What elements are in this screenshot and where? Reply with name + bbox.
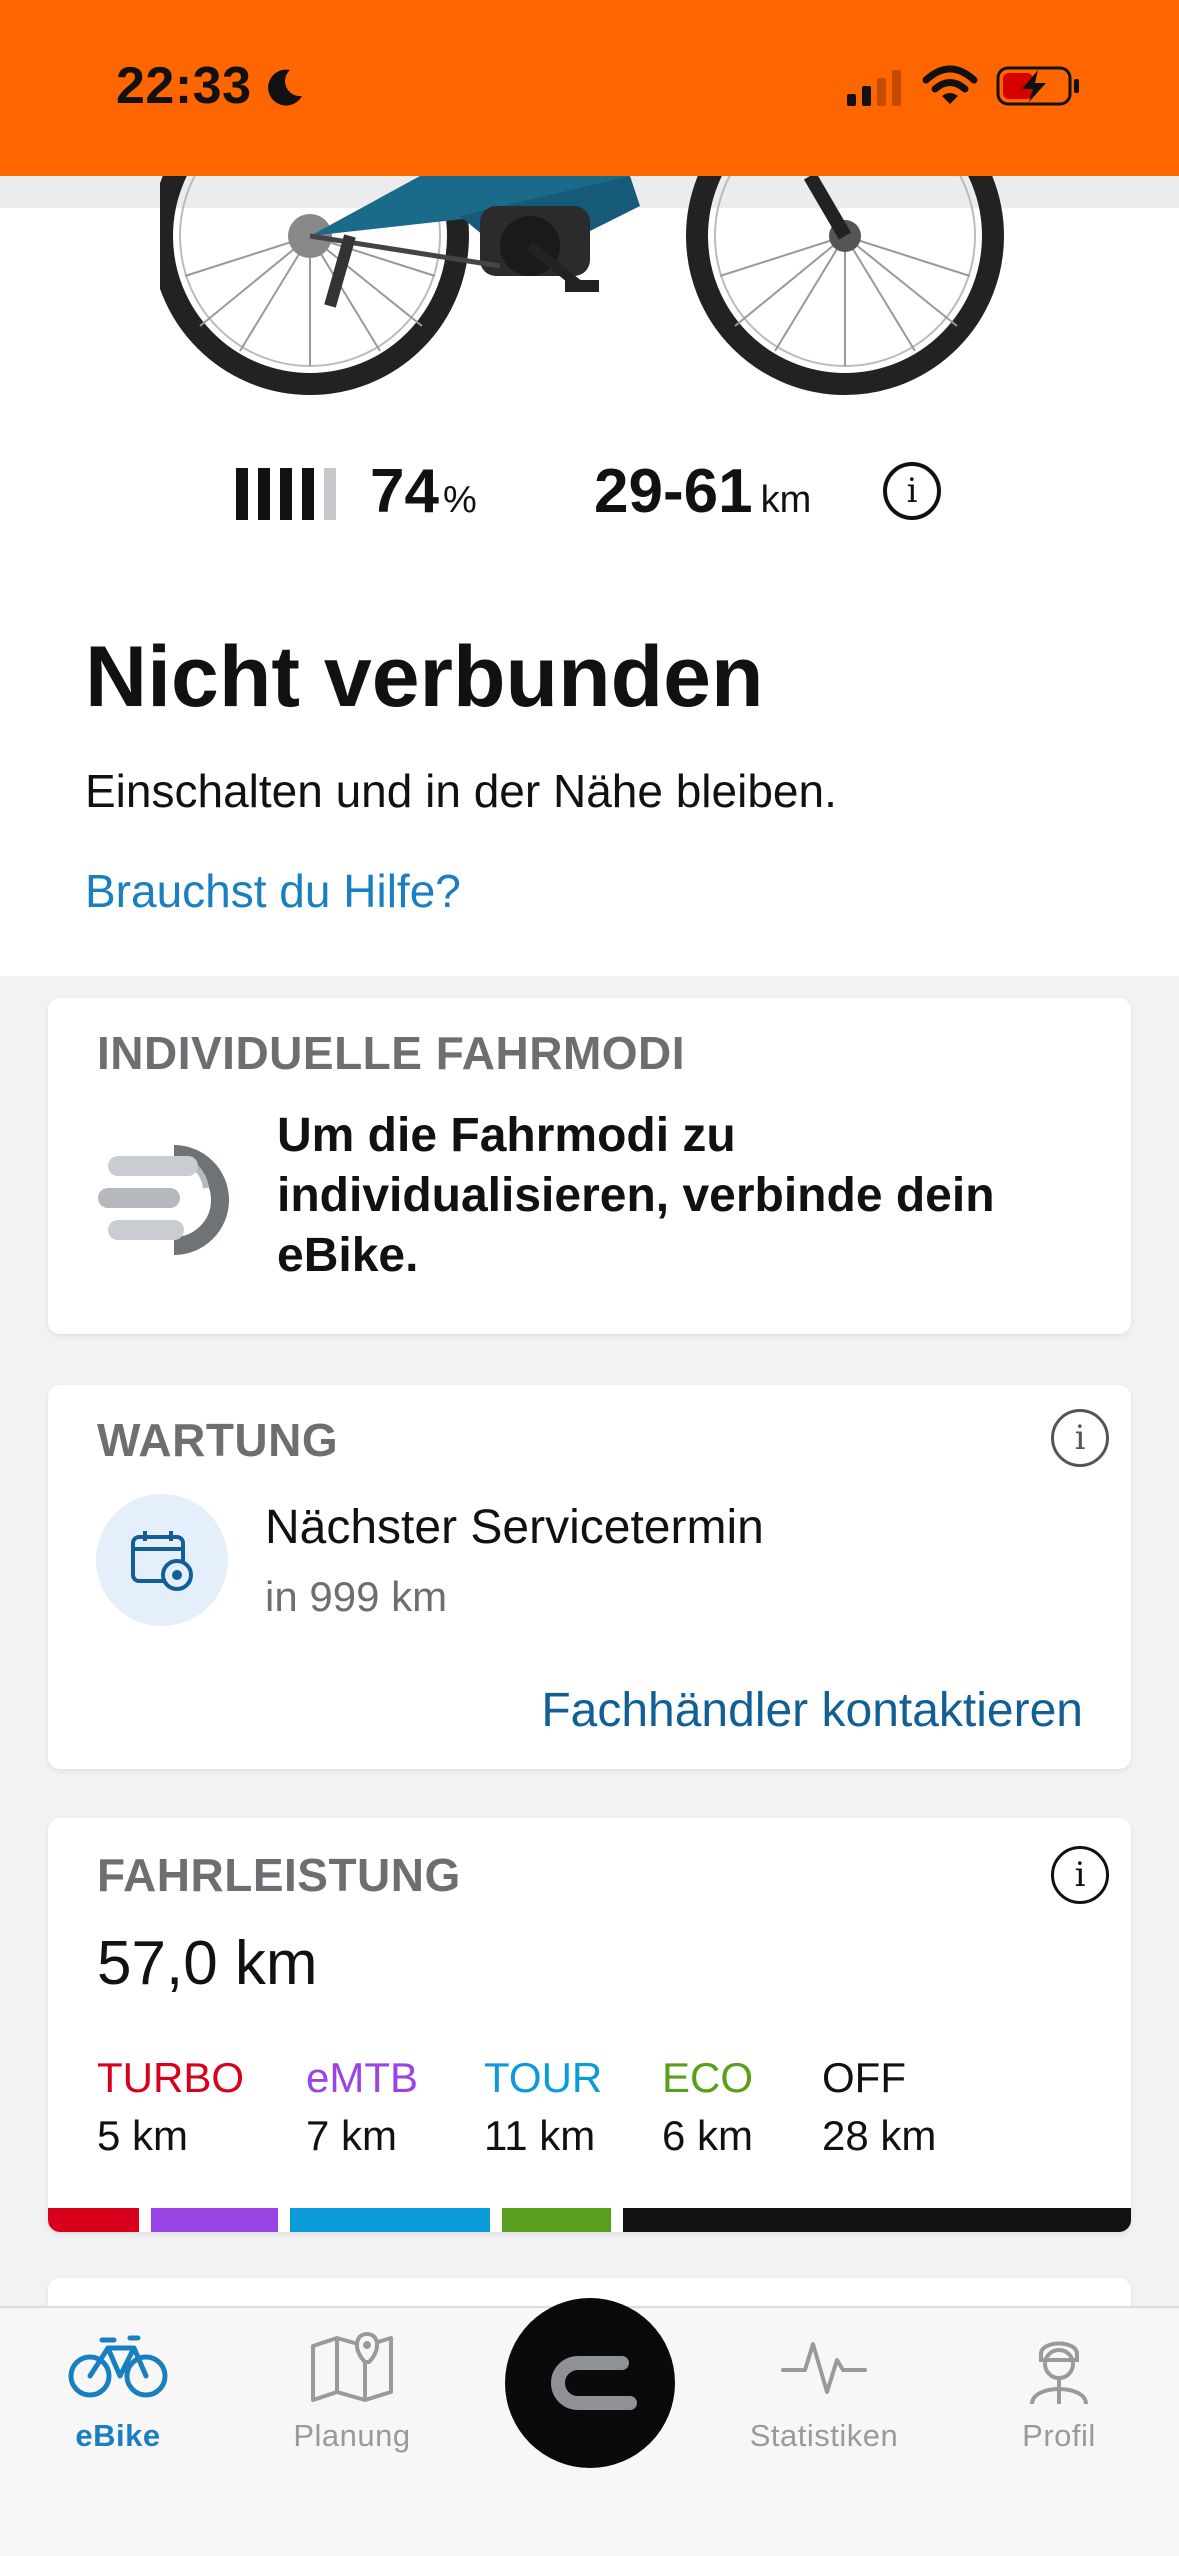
mode-emtb: eMTB 7 km <box>306 2054 418 2160</box>
mode-name: OFF <box>822 2054 906 2101</box>
card-title: INDIVIDUELLE FAHRMODI <box>97 1027 686 1079</box>
ride-logo-icon <box>551 2356 637 2410</box>
mode-distance: 5 km <box>97 2112 189 2159</box>
card-title: WARTUNG <box>97 1414 339 1466</box>
mode-distance: 6 km <box>662 2112 754 2159</box>
service-calendar-icon <box>96 1494 228 1626</box>
mode-name: ECO <box>662 2054 754 2101</box>
range-estimate: 29-61 km <box>594 457 812 526</box>
mode-bar-segment <box>501 2208 611 2232</box>
service-title: Nächster Servicetermin <box>265 1501 764 1554</box>
service-distance: in 999 km <box>265 1573 448 1620</box>
mode-bar-segment <box>48 2208 139 2232</box>
cellular-signal-icon <box>847 70 901 106</box>
battery-percent: 74% <box>370 457 477 526</box>
tab-label: eBike <box>75 2418 161 2453</box>
battery-segment <box>302 468 314 520</box>
tab-profile[interactable]: Profil <box>959 2308 1159 2458</box>
map-pin-icon <box>311 2331 393 2402</box>
mode-name: eMTB <box>306 2054 419 2101</box>
maintenance-info-icon[interactable]: i <box>1051 1409 1109 1467</box>
mode-turbo: TURBO 5 km <box>97 2054 244 2160</box>
tab-label: Planung <box>293 2418 411 2453</box>
mode-bar-segment <box>622 2208 1131 2232</box>
riding-modes-message: Um die Fahrmodi zu individualisieren, ve… <box>277 1109 995 1282</box>
rider-profile-icon <box>1030 2341 1088 2405</box>
tab-planning[interactable]: Planung <box>252 2308 452 2458</box>
wifi-icon <box>922 65 978 104</box>
battery-segment <box>324 468 336 520</box>
contact-dealer-link[interactable]: Fachhändler kontaktieren <box>541 1683 1083 1738</box>
mode-distance: 28 km <box>822 2112 937 2159</box>
battery-segment <box>258 468 270 520</box>
mode-bar-segment <box>289 2208 490 2232</box>
maintenance-card: WARTUNG i Nächster Servicetermin in 999 … <box>48 1385 1131 1769</box>
tab-label: Profil <box>1022 2418 1096 2453</box>
mode-bar-segment <box>150 2208 278 2232</box>
battery-segment <box>280 468 292 520</box>
mode-distance: 7 km <box>306 2112 398 2159</box>
card-title: FAHRLEISTUNG <box>97 1849 461 1901</box>
app-screen: 22:33 74 % 29-61 km i Nicht verbunden Ei… <box>0 0 1179 2556</box>
moon-icon <box>268 69 302 106</box>
mode-distance: 11 km <box>484 2112 596 2159</box>
mode-name: TOUR <box>484 2054 603 2101</box>
status-time: 22:33 <box>116 57 252 115</box>
ebike-stats: 74% 29-61 km <box>0 450 1179 530</box>
bicycle-icon <box>68 2335 168 2398</box>
performance-info-icon[interactable]: i <box>1051 1846 1109 1904</box>
mode-off: OFF 28 km <box>822 2054 936 2160</box>
mode-name: TURBO <box>97 2054 244 2101</box>
connection-subtitle: Einschalten und in der Nähe bleiben. <box>85 765 837 817</box>
tab-statistics[interactable]: Statistiken <box>724 2308 924 2458</box>
ride-button[interactable] <box>505 2298 675 2468</box>
riding-modes-card[interactable]: INDIVIDUELLE FAHRMODI Um die Fahrmodi zu… <box>48 998 1131 1334</box>
battery-charging-icon <box>996 66 1079 106</box>
battery-level-icon <box>236 468 336 520</box>
total-distance: 57,0 km <box>97 1929 318 1998</box>
mode-tour: TOUR 11 km <box>484 2054 602 2160</box>
riding-mode-icon <box>98 1145 229 1255</box>
status-bar: 22:33 <box>0 0 1179 176</box>
performance-card[interactable]: FAHRLEISTUNG i 57,0 km TURBO 5 km eMTB 7… <box>48 1818 1131 2232</box>
range-info-icon[interactable]: i <box>883 462 941 520</box>
battery-segment <box>236 468 248 520</box>
ebike-image <box>160 176 1004 395</box>
tab-ebike[interactable]: eBike <box>18 2308 218 2458</box>
connection-title: Nicht verbunden <box>85 629 764 725</box>
activity-pulse-icon <box>781 2342 867 2394</box>
tab-label: Statistiken <box>749 2418 899 2453</box>
help-link[interactable]: Brauchst du Hilfe? <box>85 864 461 918</box>
mode-eco: ECO 6 km <box>662 2054 753 2160</box>
